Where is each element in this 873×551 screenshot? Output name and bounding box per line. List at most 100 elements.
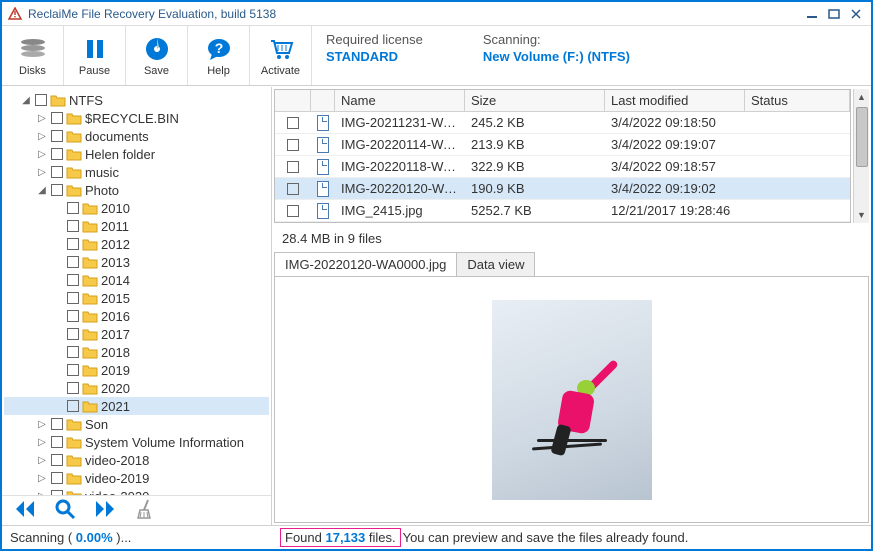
save-button[interactable]: Save	[126, 26, 188, 85]
folder-tree[interactable]: ◢NTFS▷$RECYCLE.BIN▷documents▷Helen folde…	[2, 87, 271, 495]
file-row[interactable]: IMG-20220120-WA00...190.9 KB3/4/2022 09:…	[275, 178, 850, 200]
disks-button[interactable]: Disks	[2, 26, 64, 85]
tree-checkbox[interactable]	[67, 220, 79, 232]
tree-item[interactable]: ▷$RECYCLE.BIN	[4, 109, 269, 127]
tree-item[interactable]: 2019	[4, 361, 269, 379]
tree-checkbox[interactable]	[67, 382, 79, 394]
tree-checkbox[interactable]	[67, 364, 79, 376]
tree-checkbox[interactable]	[67, 238, 79, 250]
col-status[interactable]: Status	[745, 90, 850, 111]
tree-item[interactable]: 2013	[4, 253, 269, 271]
expand-icon[interactable]: ▷	[36, 131, 48, 142]
scroll-down-icon[interactable]: ▼	[857, 207, 866, 223]
disks-label: Disks	[19, 65, 46, 77]
expand-icon[interactable]: ▷	[36, 113, 48, 124]
file-row[interactable]: IMG-20211231-WA00...245.2 KB3/4/2022 09:…	[275, 112, 850, 134]
tree-label: Helen folder	[85, 147, 155, 162]
file-modified: 3/4/2022 09:19:07	[605, 137, 745, 152]
tree-checkbox[interactable]	[51, 418, 63, 430]
col-name[interactable]: Name	[335, 90, 465, 111]
expand-icon[interactable]: ▷	[36, 419, 48, 430]
expand-icon[interactable]: ▷	[36, 167, 48, 178]
status-scanning: Scanning ( 0.00% )...	[10, 530, 280, 545]
file-checkbox[interactable]	[287, 117, 299, 129]
close-button[interactable]	[847, 7, 865, 21]
file-checkbox[interactable]	[287, 183, 299, 195]
col-size[interactable]: Size	[465, 90, 605, 111]
tree-item[interactable]: 2011	[4, 217, 269, 235]
tree-item[interactable]: ▷ Helen folder	[4, 145, 269, 163]
expand-icon[interactable]: ◢	[20, 95, 32, 106]
minimize-button[interactable]	[803, 7, 821, 21]
tree-item[interactable]: 2010	[4, 199, 269, 217]
app-logo-icon	[8, 7, 22, 21]
tree-item[interactable]: ▷video-2019	[4, 469, 269, 487]
file-list-scrollbar[interactable]: ▲ ▼	[853, 89, 869, 223]
tree-checkbox[interactable]	[51, 112, 63, 124]
help-button[interactable]: ? Help	[188, 26, 250, 85]
tree-checkbox[interactable]	[67, 346, 79, 358]
tree-item[interactable]: ▷System Volume Information	[4, 433, 269, 451]
scroll-up-icon[interactable]: ▲	[857, 89, 866, 105]
tree-checkbox[interactable]	[67, 202, 79, 214]
tree-item[interactable]: ▷video-2018	[4, 451, 269, 469]
tree-checkbox[interactable]	[67, 400, 79, 412]
search-button[interactable]	[54, 498, 76, 523]
nav-first-button[interactable]	[14, 500, 36, 521]
tree-item[interactable]: 2018	[4, 343, 269, 361]
expand-icon[interactable]: ▷	[36, 149, 48, 160]
status-scan-pct: 0.00%	[76, 530, 113, 545]
expand-icon[interactable]: ▷	[36, 437, 48, 448]
tree-item[interactable]: 2012	[4, 235, 269, 253]
tree-checkbox[interactable]	[67, 256, 79, 268]
toolbar-info: Required license STANDARD Scanning: New …	[312, 26, 871, 85]
file-checkbox[interactable]	[287, 161, 299, 173]
tree-item[interactable]: ▷music	[4, 163, 269, 181]
tree-checkbox[interactable]	[51, 472, 63, 484]
expand-icon[interactable]: ▷	[36, 455, 48, 466]
broom-button[interactable]	[134, 498, 154, 523]
tree-item[interactable]: 2021	[4, 397, 269, 415]
tree-checkbox[interactable]	[51, 166, 63, 178]
status-found-box: Found 17,133 files.	[280, 528, 401, 547]
tree-item[interactable]: 2016	[4, 307, 269, 325]
tree-item[interactable]: 2017	[4, 325, 269, 343]
col-modified[interactable]: Last modified	[605, 90, 745, 111]
scanning-link[interactable]: New Volume (F:) (NTFS)	[483, 49, 630, 64]
tree-item[interactable]: ◢NTFS	[4, 91, 269, 109]
file-row[interactable]: IMG-20220114-WA00...213.9 KB3/4/2022 09:…	[275, 134, 850, 156]
tree-item[interactable]: ▷Son	[4, 415, 269, 433]
expand-icon[interactable]: ▷	[36, 473, 48, 484]
tree-item[interactable]: 2014	[4, 271, 269, 289]
file-checkbox[interactable]	[287, 139, 299, 151]
tree-checkbox[interactable]	[67, 274, 79, 286]
file-row[interactable]: IMG_2415.jpg5252.7 KB12/21/2017 19:28:46	[275, 200, 850, 222]
tree-item[interactable]: ◢Photo	[4, 181, 269, 199]
tree-item[interactable]: ▷documents	[4, 127, 269, 145]
tab-preview[interactable]: IMG-20220120-WA0000.jpg	[274, 252, 457, 276]
file-list: Name Size Last modified Status IMG-20211…	[274, 89, 851, 223]
pause-button[interactable]: Pause	[64, 26, 126, 85]
tree-checkbox[interactable]	[51, 130, 63, 142]
tree-checkbox[interactable]	[67, 310, 79, 322]
tree-checkbox[interactable]	[51, 148, 63, 160]
tree-label: 2011	[101, 219, 129, 234]
activate-button[interactable]: Activate	[250, 26, 312, 85]
tree-item[interactable]: 2020	[4, 379, 269, 397]
tree-item[interactable]: ▷video-2020	[4, 487, 269, 495]
tab-data-view[interactable]: Data view	[456, 252, 535, 276]
expand-icon[interactable]: ◢	[36, 185, 48, 196]
file-checkbox[interactable]	[287, 205, 299, 217]
tree-checkbox[interactable]	[51, 454, 63, 466]
tree-checkbox[interactable]	[35, 94, 47, 106]
license-link[interactable]: STANDARD	[326, 49, 423, 64]
tree-checkbox[interactable]	[51, 184, 63, 196]
tree-checkbox[interactable]	[67, 292, 79, 304]
scroll-thumb[interactable]	[856, 107, 868, 167]
file-row[interactable]: IMG-20220118-WA00...322.9 KB3/4/2022 09:…	[275, 156, 850, 178]
maximize-button[interactable]	[825, 7, 843, 21]
tree-checkbox[interactable]	[51, 436, 63, 448]
tree-item[interactable]: 2015	[4, 289, 269, 307]
tree-checkbox[interactable]	[67, 328, 79, 340]
nav-last-button[interactable]	[94, 500, 116, 521]
